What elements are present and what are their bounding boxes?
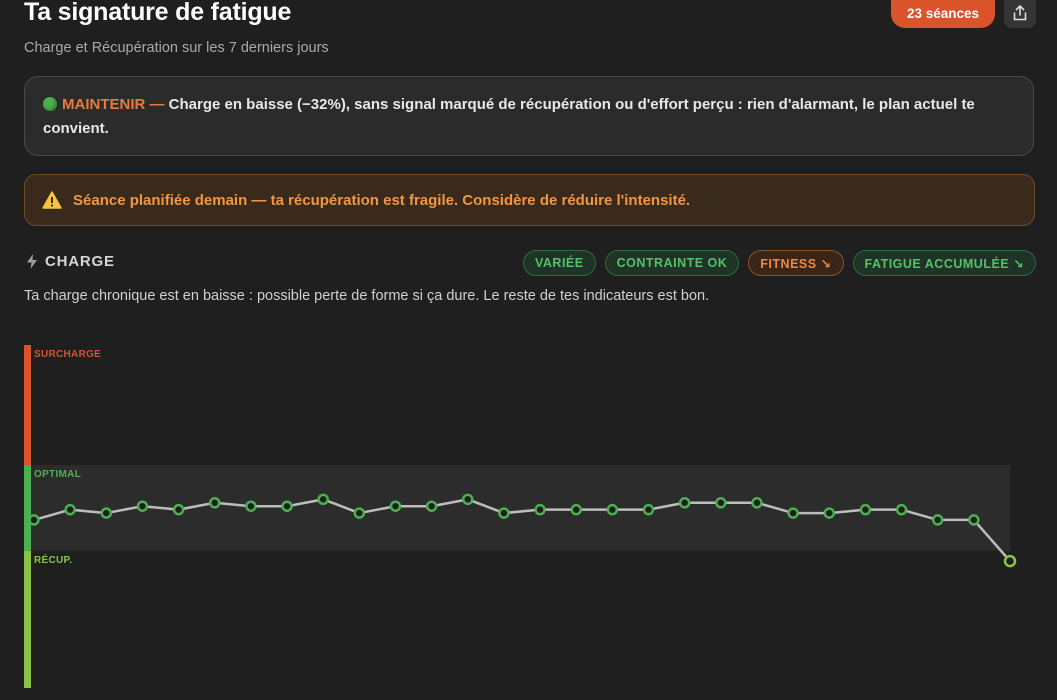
chip-fitness[interactable]: FITNESS ↘ [748, 250, 844, 276]
warning-triangle-icon [42, 191, 62, 209]
zone-label: OPTIMAL [34, 469, 81, 480]
data-point [787, 507, 799, 519]
page-subtitle: Charge et Récupération sur les 7 dernier… [24, 40, 329, 56]
data-point [425, 500, 438, 512]
data-point [245, 500, 257, 512]
share-icon [1013, 5, 1027, 21]
zone-label: SURCHARGE [34, 349, 101, 360]
chip-fatigue[interactable]: FATIGUE ACCUMULÉE ↘ [852, 250, 1037, 276]
data-point [462, 493, 474, 506]
zone-bar [24, 465, 31, 551]
data-point [895, 503, 908, 516]
data-point [823, 507, 836, 519]
zone-bar [24, 550, 31, 688]
data-point [389, 500, 402, 512]
data-point [136, 500, 149, 512]
warning-text: Séance planifiée demain — ta récupératio… [73, 191, 691, 209]
green-circle-icon [43, 97, 57, 111]
load-chart: SURCHARGE OPTIMAL RÉCUP. [24, 345, 1017, 688]
sessions-badge[interactable]: 23 séances [891, 0, 995, 28]
advice-status: MAINTENIR — [62, 96, 165, 113]
data-point [28, 514, 40, 526]
data-point [1003, 554, 1017, 568]
chip-contrainte[interactable]: CONTRAINTE OK [604, 250, 740, 276]
data-point [353, 507, 366, 519]
warning-card: Séance planifiée demain — ta récupératio… [24, 174, 1035, 226]
data-point [859, 503, 872, 516]
data-point [172, 503, 185, 516]
section-description: Ta charge chronique est en baisse : poss… [24, 288, 710, 304]
data-point [208, 497, 221, 509]
data-point [606, 503, 619, 516]
chip-variee[interactable]: VARIÉE [523, 250, 596, 276]
indicator-chips: VARIÉE CONTRAINTE OK FITNESS ↘ FATIGUE A… [523, 250, 1037, 276]
zone-label: RÉCUP. [34, 553, 72, 566]
data-point [317, 493, 329, 506]
lightning-icon [27, 254, 37, 269]
section-header: CHARGE [26, 253, 115, 270]
data-point [570, 503, 582, 516]
page: Ta signature de fatigue Charge et Récupé… [0, 0, 1057, 700]
data-point [64, 503, 76, 516]
advice-card: MAINTENIR — Charge en baisse (−32%), san… [24, 76, 1034, 156]
data-point [100, 507, 113, 519]
share-button[interactable] [1004, 0, 1036, 28]
data-point [751, 497, 763, 509]
data-point [281, 500, 293, 512]
data-point [715, 497, 727, 509]
data-point [534, 503, 546, 516]
data-point [498, 507, 510, 519]
data-point [642, 503, 655, 516]
zone-bar [24, 345, 31, 466]
data-point [678, 497, 691, 509]
data-point [968, 514, 980, 526]
section-title: CHARGE [45, 253, 115, 270]
page-title: Ta signature de fatigue [24, 0, 292, 26]
data-point [931, 514, 944, 526]
advice-text: Charge en baisse (−32%), sans signal mar… [43, 96, 975, 137]
